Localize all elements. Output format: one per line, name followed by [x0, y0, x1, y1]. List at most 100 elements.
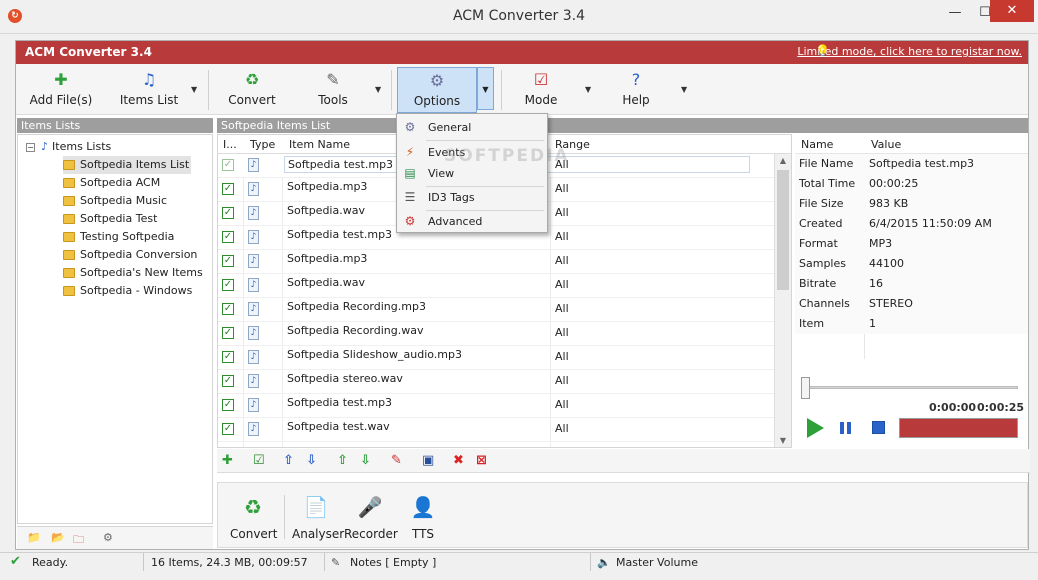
table-row[interactable]: ✓ ♪ Softpedia test.wav All [218, 418, 791, 442]
status-master-volume[interactable]: Master Volume [616, 556, 698, 569]
row-checkbox[interactable]: ✓ [222, 159, 234, 171]
status-notes[interactable]: Notes [ Empty ] [350, 556, 436, 569]
tree-item[interactable]: Softpedia Test [63, 210, 157, 228]
options-button[interactable]: ⚙ Options [397, 67, 477, 113]
check-all-icon[interactable]: ☑ [253, 453, 265, 468]
add-list-icon[interactable]: 📁 [27, 531, 41, 544]
row-checkbox[interactable]: ✓ [222, 231, 234, 243]
tts-label: TTS [411, 527, 435, 541]
delete-list-icon[interactable]: 🗀 [73, 531, 84, 550]
property-value: 6/4/2015 11:50:09 AM [869, 217, 992, 230]
row-checkbox[interactable]: ✓ [222, 375, 234, 387]
move-top-icon[interactable]: ⇧ [337, 453, 348, 468]
tree-item[interactable]: Testing Softpedia [63, 228, 174, 246]
edit-list-icon[interactable]: 📂 [51, 531, 65, 544]
table-row[interactable]: ✓ ♪ Softpedia stereo.wav All [218, 370, 791, 394]
tree-item[interactable]: Softpedia Items List [63, 156, 192, 174]
help-dropdown[interactable]: ▼ [678, 67, 692, 113]
items-list-button[interactable]: ♫ Items List [113, 67, 185, 113]
tree-item[interactable]: Softpedia Music [63, 192, 167, 210]
title-bar: ↻ ACM Converter 3.4 — ☐ ✕ [0, 0, 1038, 34]
row-checkbox[interactable]: ✓ [222, 327, 234, 339]
item-range: All [555, 230, 569, 243]
toolbar-separator [208, 70, 209, 110]
scrollbar-thumb[interactable] [777, 170, 789, 290]
seek-slider-handle[interactable] [801, 377, 810, 399]
add-files-button[interactable]: ✚ Add File(s) [22, 67, 100, 113]
collapse-icon[interactable]: − [26, 142, 35, 152]
register-link[interactable]: Limited mode, click here to registar now… [797, 45, 1022, 58]
table-scrollbar[interactable]: ▲ ▼ [774, 154, 791, 447]
tree-root[interactable]: − ♪ Items Lists [26, 138, 111, 156]
mode-button[interactable]: ☑ Mode [506, 67, 576, 113]
property-value-header[interactable]: Value [871, 138, 901, 151]
tree-toolbar: 📁 📂 🗀 ⚙ [17, 526, 213, 549]
scroll-up-icon[interactable]: ▲ [775, 156, 791, 165]
menu-item-general[interactable]: ⚙ General [399, 117, 545, 138]
row-checkbox[interactable]: ✓ [222, 255, 234, 267]
tree-item[interactable]: Softpedia - Windows [63, 282, 192, 300]
property-value: 983 KB [869, 197, 909, 210]
table-row[interactable]: ✓ ♪ Softpedia test.mp3 All [218, 394, 791, 418]
menu-item-id3-tags[interactable]: ☰ ID3 Tags [399, 187, 545, 208]
window-title: ACM Converter 3.4 [452, 8, 586, 24]
table-row[interactable]: ✓ ♪ Softpedia.wav All [218, 274, 791, 298]
property-name-header[interactable]: Name [801, 138, 833, 151]
mode-dropdown[interactable]: ▼ [582, 67, 596, 113]
watermark: SOFTPEDIA [444, 146, 570, 166]
convert-toolbar-button[interactable]: ♻ Convert [216, 67, 288, 113]
scroll-down-icon[interactable]: ▼ [775, 436, 791, 445]
play-icon[interactable] [807, 418, 824, 438]
audio-file-icon: ♪ [248, 182, 259, 196]
table-row[interactable]: ✓ ♪ Softpedia Recording.wav All [218, 322, 791, 346]
chevron-down-icon: ▼ [585, 85, 592, 94]
minimize-button[interactable]: — [940, 2, 970, 24]
options-dropdown[interactable]: ▼ [477, 67, 494, 110]
menu-item-view[interactable]: ▤ View [399, 163, 545, 184]
row-checkbox[interactable]: ✓ [222, 303, 234, 315]
row-checkbox[interactable]: ✓ [222, 183, 234, 195]
list-settings-icon[interactable]: ⚙ [103, 531, 113, 544]
audio-file-icon: ♪ [248, 206, 259, 220]
column-header-item-name[interactable]: Item Name [289, 138, 350, 151]
remove-item-icon[interactable]: ✖ [453, 453, 464, 468]
menu-item-advanced[interactable]: ⚙ Advanced [399, 211, 545, 232]
move-down-icon[interactable]: ⇩ [306, 453, 317, 468]
stop-icon[interactable] [872, 421, 885, 434]
volume-bar[interactable] [899, 418, 1018, 438]
recorder-button[interactable]: 🎤 Recorder [344, 495, 398, 541]
convert-tool-button[interactable]: ♻ Convert [230, 495, 277, 541]
seek-track[interactable] [805, 386, 1018, 389]
close-button[interactable]: ✕ [990, 0, 1034, 22]
tree-item[interactable]: Softpedia ACM [63, 174, 160, 192]
table-row[interactable]: ✓ ♪ Softpedia Slideshow_audio.mp3 All [218, 346, 791, 370]
pause-icon[interactable] [840, 422, 852, 434]
table-row[interactable]: ✓ ♪ Softpedia.mp3 All [218, 250, 791, 274]
save-icon[interactable]: ▣ [422, 453, 434, 468]
column-header-index[interactable]: I... [223, 138, 237, 151]
tools-dropdown[interactable]: ▼ [372, 67, 386, 113]
row-checkbox[interactable]: ✓ [222, 351, 234, 363]
move-up-icon[interactable]: ⇧ [283, 453, 294, 468]
tree-item[interactable]: Softpedia's New Items [63, 264, 203, 282]
gears-icon: ⚙ [404, 120, 416, 134]
row-checkbox[interactable]: ✓ [222, 399, 234, 411]
row-checkbox[interactable]: ✓ [222, 279, 234, 291]
items-list-dropdown[interactable]: ▼ [188, 67, 202, 113]
property-row: File Size 983 KB [795, 194, 1028, 214]
remove-all-icon[interactable]: ⊠ [476, 453, 487, 468]
property-name: Samples [799, 257, 846, 270]
chevron-down-icon: ▼ [191, 85, 198, 94]
tools-button[interactable]: ✎ Tools [304, 67, 362, 113]
row-checkbox[interactable]: ✓ [222, 423, 234, 435]
move-bottom-icon[interactable]: ⇩ [360, 453, 371, 468]
edit-item-icon[interactable]: ✎ [391, 453, 402, 468]
column-header-type[interactable]: Type [250, 138, 275, 151]
table-row[interactable]: ✓ ♪ Softpedia Recording.mp3 All [218, 298, 791, 322]
help-button[interactable]: ? Help [608, 67, 664, 113]
row-checkbox[interactable]: ✓ [222, 207, 234, 219]
add-item-icon[interactable]: ✚ [222, 453, 233, 468]
tree-item[interactable]: Softpedia Conversion [63, 246, 197, 264]
analyser-button[interactable]: 📄 Analyser [292, 495, 344, 541]
tts-button[interactable]: 👤 TTS [408, 495, 438, 541]
